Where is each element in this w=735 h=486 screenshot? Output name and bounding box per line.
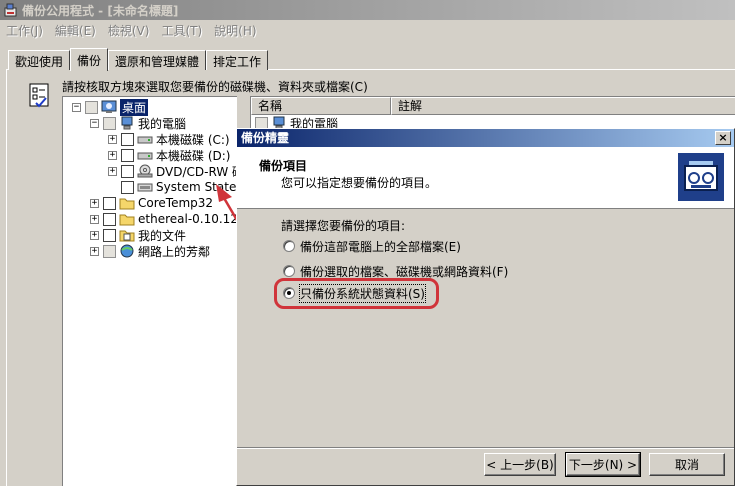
list-header: 名稱 註解: [251, 97, 735, 115]
tree-checkbox[interactable]: [85, 100, 98, 114]
tree-item-system-state[interactable]: System State: [121, 179, 236, 195]
desktop-icon: [101, 100, 117, 114]
expand-toggle[interactable]: +: [108, 150, 117, 160]
tree-item-ethereal[interactable]: + ethereal-0.10.12: [90, 211, 237, 227]
collapse-toggle[interactable]: −: [90, 118, 99, 128]
menu-tools[interactable]: 工具(T): [155, 22, 208, 39]
tree-item-label: ethereal-0.10.12: [138, 212, 237, 226]
wizard-prompt: 請選擇您要備份的項目:: [281, 219, 406, 233]
tab-restore[interactable]: 還原和管理媒體: [108, 50, 207, 70]
tree-item-network[interactable]: + 網路上的芳鄰: [90, 243, 210, 259]
wizard-step-subtitle: 您可以指定想要備份的項目。: [281, 176, 438, 190]
tree-checkbox[interactable]: [121, 164, 134, 178]
tree-checkbox[interactable]: [121, 132, 134, 146]
tree-item-label: System State: [156, 180, 237, 194]
cancel-button[interactable]: 取消: [649, 453, 725, 476]
tree-checkbox[interactable]: [121, 148, 134, 162]
folder-icon: [119, 212, 135, 226]
tree-item-label: 我的文件: [138, 228, 187, 243]
menu-bar: 工作(J) 編輯(E) 檢視(V) 工具(T) 說明(H): [0, 20, 735, 40]
tree-item-label: DVD/CD-RW 磁: [156, 164, 237, 179]
wizard-header: 備份項目 您可以指定想要備份的項目。: [237, 147, 734, 209]
tree-item-label: CoreTemp32: [138, 196, 214, 210]
option-backup-all[interactable]: 備份這部電腦上的全部檔案(E): [283, 237, 461, 255]
tree-checkbox[interactable]: [103, 228, 116, 242]
file-tree[interactable]: − 桌面 − 我的電腦 + 本機磁碟 (C:) + 本機磁碟 (D:) + DV…: [62, 96, 237, 486]
tree-item-desktop[interactable]: − 桌面: [72, 98, 149, 116]
tab-strip: 歡迎使用 備份 還原和管理媒體 排定工作: [8, 48, 269, 71]
documents-icon: [119, 228, 135, 242]
window-title-bar: 備份公用程式 - [未命名標題]: [0, 0, 735, 20]
backup-wizard-icon: [677, 152, 725, 202]
tree-item-label: 桌面: [120, 98, 149, 116]
tree-item-dvd-drive[interactable]: + DVD/CD-RW 磁: [108, 163, 237, 179]
tree-item-my-computer[interactable]: − 我的電腦: [90, 115, 186, 131]
tree-item-my-documents[interactable]: + 我的文件: [90, 227, 186, 243]
tree-item-drive-c[interactable]: + 本機磁碟 (C:): [108, 131, 230, 147]
tree-checkbox[interactable]: [103, 212, 116, 226]
expand-toggle[interactable]: +: [90, 198, 99, 208]
expand-toggle[interactable]: +: [90, 214, 99, 224]
instruction-label: 請按核取方塊來選取您要備份的磁碟機、資料夾或檔案(C): [62, 80, 368, 94]
expand-toggle[interactable]: +: [108, 134, 117, 144]
tab-backup[interactable]: 備份: [70, 48, 109, 71]
dialog-title: 備份精靈: [241, 131, 290, 145]
drive-icon: [137, 132, 153, 146]
window-title: 備份公用程式 - [未命名標題]: [22, 3, 179, 18]
network-icon: [119, 244, 135, 258]
tree-checkbox[interactable]: [103, 196, 116, 210]
tree-checkbox[interactable]: [103, 116, 116, 130]
annotation-highlight: [274, 278, 439, 309]
expand-toggle[interactable]: +: [90, 230, 99, 240]
radio-button[interactable]: [283, 240, 295, 252]
wizard-step-title: 備份項目: [259, 159, 308, 173]
dialog-separator: [237, 447, 734, 449]
tree-item-label: 網路上的芳鄰: [138, 244, 211, 259]
menu-help[interactable]: 說明(H): [208, 22, 262, 39]
tree-checkbox[interactable]: [103, 244, 116, 258]
system-state-icon: [137, 180, 153, 194]
checklist-icon: [28, 82, 52, 108]
expand-toggle[interactable]: +: [90, 246, 99, 256]
tree-item-drive-d[interactable]: + 本機磁碟 (D:): [108, 147, 230, 163]
column-name[interactable]: 名稱: [251, 97, 391, 115]
option-label: 備份選取的檔案、磁碟機或網路資料(F): [300, 264, 509, 279]
tree-item-coretemp[interactable]: + CoreTemp32: [90, 195, 213, 211]
dialog-title-bar: 備份精靈: [237, 129, 734, 147]
close-button[interactable]: ×: [715, 131, 731, 145]
tree-item-label: 我的電腦: [138, 116, 187, 131]
expand-toggle[interactable]: +: [108, 166, 117, 176]
computer-icon: [119, 116, 135, 130]
backup-app-icon: [4, 3, 18, 17]
menu-job[interactable]: 工作(J): [0, 22, 49, 39]
drive-icon: [137, 148, 153, 162]
folder-icon: [119, 196, 135, 210]
radio-button[interactable]: [283, 265, 295, 277]
tab-welcome[interactable]: 歡迎使用: [8, 50, 71, 70]
collapse-toggle[interactable]: −: [72, 102, 81, 112]
column-comment[interactable]: 註解: [391, 97, 735, 115]
tab-schedule[interactable]: 排定工作: [206, 50, 269, 70]
menu-edit[interactable]: 編輯(E): [49, 22, 102, 39]
back-button[interactable]: < 上一步(B): [484, 453, 556, 476]
tree-item-label: 本機磁碟 (D:): [156, 148, 231, 163]
option-label: 備份這部電腦上的全部檔案(E): [300, 239, 461, 254]
menu-view[interactable]: 檢視(V): [102, 22, 156, 39]
cd-drive-icon: [137, 164, 153, 178]
tree-item-label: 本機磁碟 (C:): [156, 132, 230, 147]
tree-checkbox[interactable]: [121, 180, 134, 194]
next-button[interactable]: 下一步(N) >: [565, 452, 641, 477]
